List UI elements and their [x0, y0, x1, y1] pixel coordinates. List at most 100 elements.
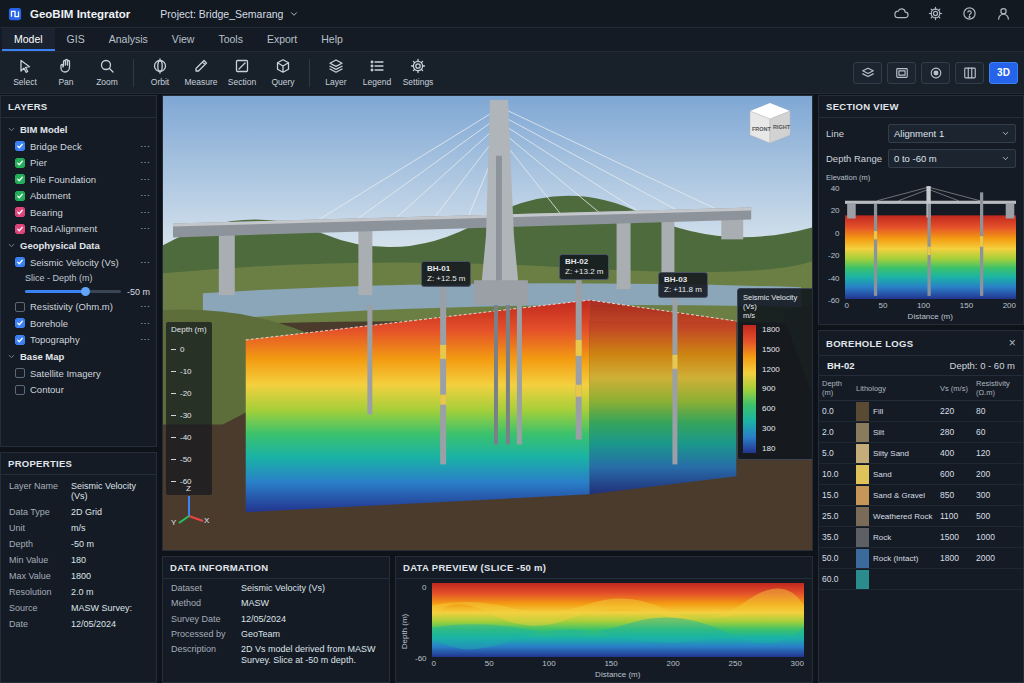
property-key: Max Value — [9, 571, 67, 581]
layer-group[interactable]: BIM Model — [1, 121, 156, 138]
tool-label: Measure — [184, 77, 217, 87]
info-row: Description2D Vs model derived from MASW… — [163, 642, 389, 669]
tool-button[interactable]: Settings — [399, 58, 437, 87]
view-mode-button[interactable] — [853, 62, 882, 84]
layer-checkbox[interactable] — [15, 385, 25, 395]
legend-body: 180015001200900600300180 — [743, 325, 809, 453]
more-button[interactable]: ⋯ — [140, 190, 150, 201]
tick-mark — [171, 371, 176, 372]
property-row: Layer NameSeismic Velocity (Vs) — [1, 478, 156, 504]
group-title: BIM Model — [20, 124, 68, 135]
borehole-label[interactable]: BH-02Z: +13.2 m — [559, 254, 609, 280]
tool-button[interactable]: Legend — [358, 58, 396, 87]
view-mode-button[interactable] — [887, 62, 916, 84]
more-button[interactable]: ⋯ — [140, 318, 150, 329]
borehole-label[interactable]: BH-01Z: +12.5 m — [421, 261, 471, 287]
panel-title: PROPERTIES — [1, 453, 156, 475]
depth-slider[interactable] — [25, 290, 121, 293]
info-key: Method — [171, 598, 237, 609]
axis-tick: -10 — [171, 360, 207, 382]
layer-group[interactable]: Base Map — [1, 348, 156, 365]
layer-checkbox[interactable] — [15, 224, 25, 234]
menu-tab[interactable]: Export — [255, 28, 309, 51]
view-mode-button[interactable]: 3D — [989, 62, 1018, 84]
layer-checkbox[interactable] — [15, 335, 25, 345]
tick-label: -20 — [180, 389, 192, 398]
layer-item: Topography⋯ — [1, 332, 156, 349]
tool-button[interactable]: Select — [6, 58, 44, 87]
property-key: Data Type — [9, 507, 67, 517]
tool-button[interactable]: Measure — [182, 58, 220, 87]
tool-button[interactable]: Section — [223, 58, 261, 87]
info-value: 2D Vs model derived from MASW Survey. Sl… — [241, 644, 381, 667]
view-cube[interactable]: FRONTRIGHT — [747, 100, 793, 146]
plot-column: 050100150200Distance (m) — [845, 184, 1016, 321]
axis-triad: ZYX — [171, 488, 211, 528]
dropdown[interactable]: Alignment 1 — [888, 124, 1016, 143]
layer-checkbox[interactable] — [15, 318, 25, 328]
layer-checkbox[interactable] — [15, 302, 25, 312]
vs-cell: 400 — [937, 443, 973, 464]
tick-label: 20 — [828, 206, 840, 215]
settings-icon — [410, 58, 426, 74]
preview-chart: Depth (m)0-60050100150200250300Distance … — [396, 579, 812, 682]
project-selector[interactable]: Project: Bridge_Semarang — [160, 8, 299, 20]
tool-button[interactable]: Layer — [317, 58, 355, 87]
help-button[interactable] — [956, 6, 982, 21]
borehole-label[interactable]: BH-03Z: +11.8 m — [658, 272, 708, 298]
info-value: GeoTeam — [241, 629, 381, 640]
layer-checkbox[interactable] — [15, 191, 25, 201]
menu-tab[interactable]: Tools — [206, 28, 255, 51]
3d-viewport[interactable]: BH-01Z: +12.5 m BH-02Z: +13.2 m BH-03Z: +1… — [162, 95, 813, 551]
borehole-logs-panel: BOREHOLE LOGS×BH-02Depth: 0 - 60 mDepth … — [818, 330, 1024, 683]
layer-checkbox[interactable] — [15, 257, 25, 267]
tool-button[interactable]: Query — [264, 58, 302, 87]
view-mode-button[interactable] — [955, 62, 984, 84]
more-button[interactable]: ⋯ — [140, 174, 150, 185]
layer-checkbox[interactable] — [15, 158, 25, 168]
menu-tab[interactable]: Analysis — [97, 28, 160, 51]
field-label: Depth Range — [826, 153, 884, 164]
more-button[interactable]: ⋯ — [140, 301, 150, 312]
more-button[interactable]: ⋯ — [140, 141, 150, 152]
depth-axis: Depth (m)0-10-20-30-40-50-60 — [166, 322, 212, 495]
property-row: Date12/05/2024 — [1, 616, 156, 632]
more-button[interactable]: ⋯ — [140, 157, 150, 168]
menu-tab[interactable]: Help — [309, 28, 355, 51]
account-button[interactable] — [990, 6, 1016, 21]
menu-tab[interactable]: View — [160, 28, 207, 51]
more-button[interactable]: ⋯ — [140, 223, 150, 234]
layer-checkbox[interactable] — [15, 174, 25, 184]
layer-item: Bridge Deck⋯ — [1, 138, 156, 155]
dropdown[interactable]: 0 to -60 m — [888, 149, 1016, 168]
lithology-swatch — [856, 528, 869, 547]
more-button[interactable]: ⋯ — [140, 334, 150, 345]
tick-label: 100 — [542, 659, 555, 670]
layer-label: Borehole — [30, 318, 135, 329]
property-key: Depth — [9, 539, 67, 549]
info-list: DatasetSeismic Velocity (Vs)MethodMASWSu… — [163, 579, 389, 669]
close-button[interactable]: × — [1009, 336, 1016, 350]
layer-checkbox[interactable] — [15, 368, 25, 378]
settings-button[interactable] — [922, 6, 948, 21]
more-button[interactable]: ⋯ — [140, 257, 150, 268]
menu-tab[interactable]: GIS — [55, 28, 97, 51]
layer-item: Pier⋯ — [1, 155, 156, 172]
tool-button[interactable]: Pan — [47, 58, 85, 87]
cloud-button[interactable] — [888, 6, 914, 21]
tool-label: Orbit — [151, 77, 169, 87]
layer-checkbox[interactable] — [15, 207, 25, 217]
layer-group[interactable]: Geophysical Data — [1, 237, 156, 254]
tool-button[interactable]: Zoom — [88, 58, 126, 87]
axis-title: Depth (m) — [171, 325, 207, 334]
tool-button[interactable]: Orbit — [141, 58, 179, 87]
view-mode-button[interactable] — [921, 62, 950, 84]
checkbox-fill — [16, 225, 24, 233]
layer-checkbox[interactable] — [15, 141, 25, 151]
more-button[interactable]: ⋯ — [140, 207, 150, 218]
slider-line: -50 m — [25, 285, 150, 299]
slider-thumb[interactable] — [81, 287, 90, 296]
column-header: Lithology — [853, 376, 937, 401]
menu-tab[interactable]: Model — [2, 28, 55, 51]
measure-icon — [193, 58, 209, 74]
